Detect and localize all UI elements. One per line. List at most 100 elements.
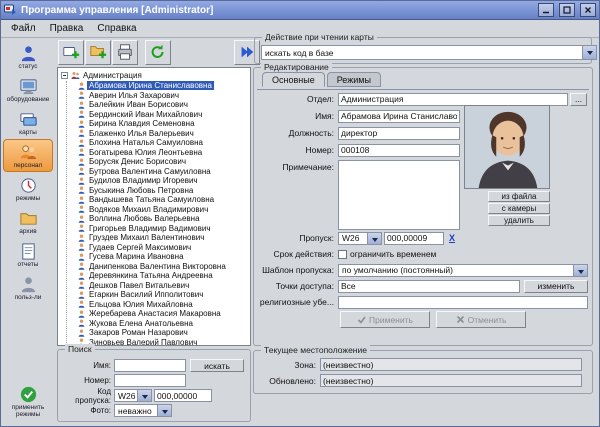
tree-person-row[interactable]: Абрамова Ирина Станиславовна [78,81,250,91]
access-points-field[interactable] [338,280,520,293]
tree-person-row[interactable]: Будилов Владимир Игоревич [78,176,250,186]
tree-person-row[interactable]: Борусяк Денис Борисович [78,157,250,167]
sidebar-item-reports[interactable]: отчеты [3,238,53,271]
tree-person-row[interactable]: Жеребарева Анастасия Макаровна [78,309,250,319]
card-action-panel: Действие при чтении карты искать код в б… [254,37,592,64]
refresh-button[interactable] [145,40,171,65]
search-number-input[interactable] [114,374,186,387]
apply-button[interactable]: Применить [340,311,430,328]
dept-browse-button[interactable]: ... [570,93,587,106]
validity-checkbox[interactable] [338,250,347,259]
sidebar-item-archive[interactable]: архив [3,205,53,238]
add-department-button[interactable] [85,40,111,65]
menu-file[interactable]: Файл [4,21,43,36]
tree-root-department[interactable]: Администрация [61,70,250,81]
search-pass-input[interactable] [154,389,212,402]
close-icon[interactable] [580,3,596,17]
location-title: Текущее местоположение [261,345,370,356]
note-field[interactable] [338,160,460,230]
sidebar-item-equipment[interactable]: оборудование [3,73,53,106]
tree-person-row[interactable]: Гудаев Сергей Максимович [78,243,250,253]
updated-label: Обновлено: [258,376,320,386]
tab-modes[interactable]: Режимы [327,72,381,87]
person-icon [78,310,85,318]
cancel-button[interactable]: Отменить [436,311,526,328]
tree-person-row[interactable]: Блаженко Илья Валерьевич [78,129,250,139]
sidebar-item-status[interactable]: статус [3,40,53,73]
person-icon [78,329,85,337]
person-icon [78,281,85,289]
tree-person-row[interactable]: Егаркин Василий Ипполитович [78,290,250,300]
tree-person-row[interactable]: Балейкин Иван Борисович [78,100,250,110]
tree-person-row[interactable]: Воллина Любовь Валерьевна [78,214,250,224]
tree-person-row[interactable]: Груздев Михаил Валентинович [78,233,250,243]
tree-person-row[interactable]: Гусева Марина Ивановна [78,252,250,262]
print-button[interactable] [112,40,138,65]
pass-clear-link[interactable]: X [449,233,455,243]
template-label: Шаблон пропуска: [254,265,338,275]
tree-person-row[interactable]: Богатырева Юлия Леонтьевна [78,148,250,158]
card-action-select[interactable]: искать код в базе [261,45,597,60]
minimize-icon[interactable] [538,3,554,17]
person-icon [78,101,85,109]
sidebar-item-cards[interactable]: карты [3,106,53,139]
number-field[interactable] [338,144,460,157]
name-field[interactable] [338,110,460,123]
tree-person-row[interactable]: Жукова Елена Анатольевна [78,319,250,329]
titlebar[interactable]: Программа управления [Administrator] [1,1,599,20]
apply-modes-button[interactable]: применить режимы [3,381,53,421]
tree-person-row[interactable]: Григорьев Владимир Вадимович [78,224,250,234]
person-icon [78,82,85,90]
tree-person-row[interactable]: Водяков Михаил Владимирович [78,205,250,215]
pass-number-field[interactable] [384,232,444,245]
maximize-icon[interactable] [559,3,575,17]
person-icon [78,196,85,204]
tree-person-row[interactable]: Зиновьев Валерий Павлович [78,338,250,347]
window-title: Программа управления [Administrator] [21,5,533,16]
person-icon [78,291,85,299]
apply-modes-icon [19,385,38,404]
tree-person-row[interactable]: Закаров Роман Назарович [78,328,250,338]
photo-from-camera-button[interactable]: с камеры [488,203,550,214]
menu-edit[interactable]: Правка [43,21,91,36]
tree-person-row[interactable]: Вандышева Татьяна Самуиловна [78,195,250,205]
search-name-input[interactable] [114,359,186,372]
search-pass-format-select[interactable]: W26 [114,389,152,402]
tree-person-row[interactable]: Аверин Илья Захарович [78,91,250,101]
photo-delete-button[interactable]: удалить [488,215,550,226]
tree-person-row[interactable]: Ельцова Юлия Михайловна [78,300,250,310]
sidebar-item-modes[interactable]: режимы [3,172,53,205]
personnel-tree: Администрация Абрамова Ирина Станиславов… [57,67,251,346]
tree-person-row[interactable]: Блохина Наталья Самуиловна [78,138,250,148]
tree-person-row[interactable]: Данипенкова Валентина Викторовна [78,262,250,272]
person-name: Блохина Наталья Самуиловна [87,138,205,147]
pass-format-select[interactable]: W26 [338,232,382,245]
search-number-label: Номер: [61,376,114,385]
tree-person-row[interactable]: Бусыкина Любовь Петровна [78,186,250,196]
photo-from-file-button[interactable]: из файла [488,191,550,202]
menu-help[interactable]: Справка [90,21,143,36]
sidebar-item-personnel[interactable]: персонал [3,139,53,172]
collapse-toggle-icon[interactable] [61,72,68,79]
search-title: Поиск [65,344,95,355]
position-field[interactable] [338,127,460,140]
person-icon [78,215,85,223]
sidebar-item-users[interactable]: польз-ли [3,271,53,304]
access-change-button[interactable]: изменить [524,280,588,293]
tree-person-row[interactable]: Деревянкина Татьяна Андреевна [78,271,250,281]
tree-person-row[interactable]: Дешков Павел Витальевич [78,281,250,291]
person-name: Абрамова Ирина Станиславовна [87,81,214,90]
search-photo-select[interactable]: неважно [114,404,172,417]
tree-person-row[interactable]: Бердинский Иван Михайлович [78,110,250,120]
tree-person-row[interactable]: Бутрова Валентина Самуиловна [78,167,250,177]
tree-person-row[interactable]: Бирина Клавдия Семеновна [78,119,250,129]
cards-icon [19,110,38,129]
person-name: Балейкин Иван Борисович [87,100,190,109]
search-button[interactable]: искать [190,359,244,372]
pass-template-select[interactable]: по умолчанию (постоянный) [338,264,588,277]
add-person-button[interactable] [58,40,84,65]
custom-field[interactable] [338,296,588,309]
dept-field[interactable] [338,93,568,106]
tab-main[interactable]: Основные [262,72,325,87]
person-name: Борусяк Денис Борисович [87,157,188,166]
